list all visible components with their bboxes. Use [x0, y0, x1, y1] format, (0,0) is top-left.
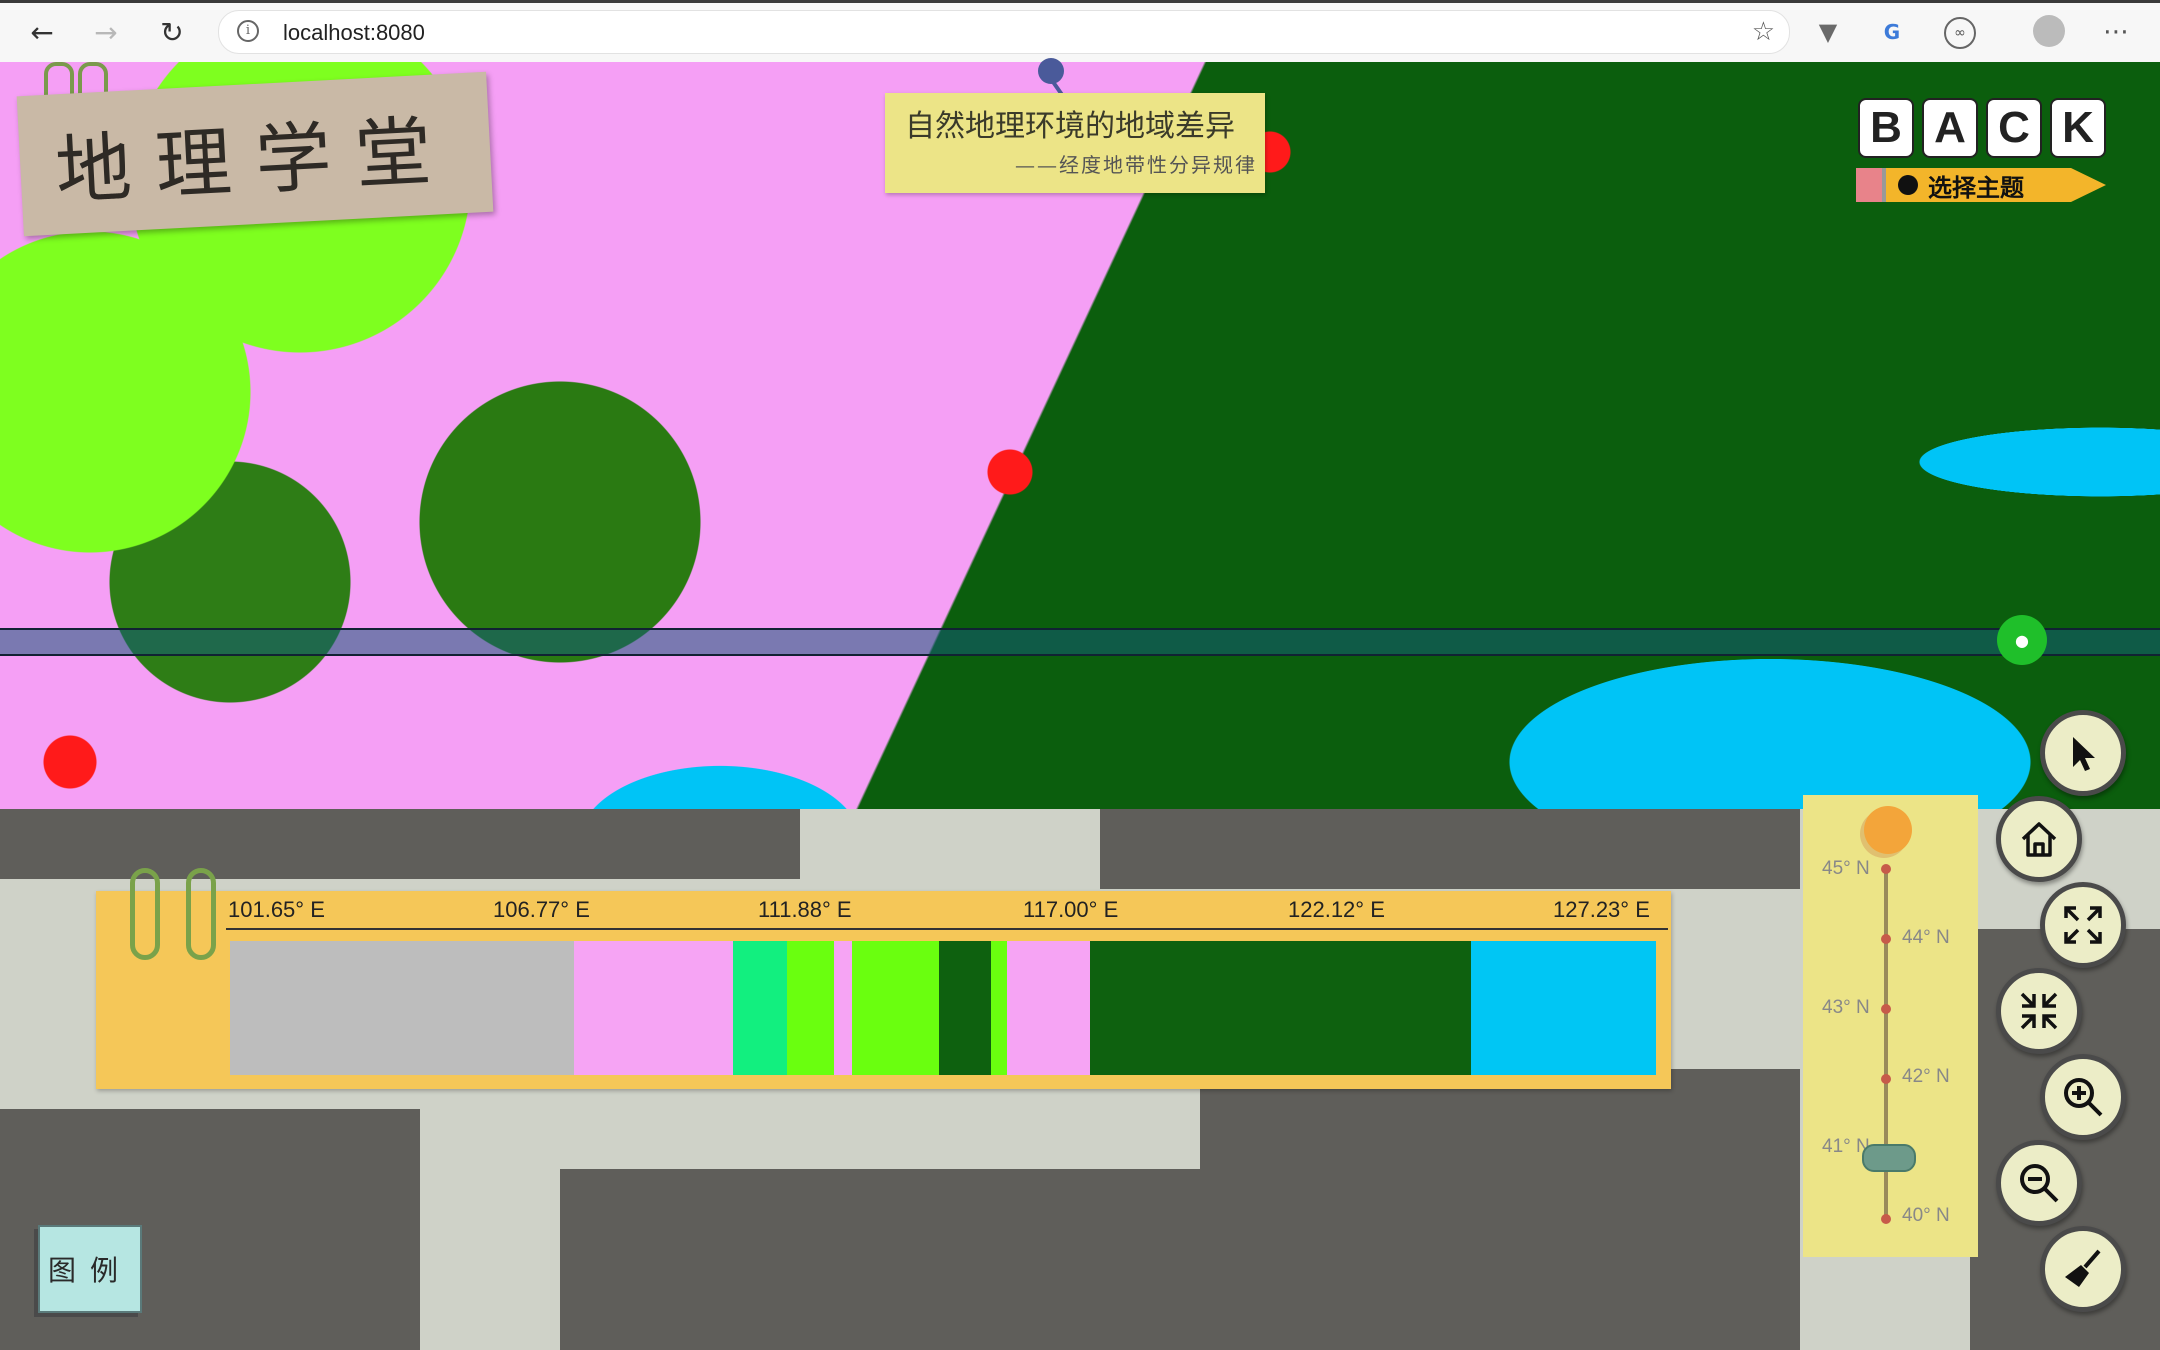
profile-segment — [1006, 941, 1090, 1075]
longitude-label: 111.88° E — [758, 897, 852, 922]
longitude-label: 106.77° E — [493, 897, 590, 922]
latitude-label: 44° N — [1902, 927, 1950, 948]
longitude-label: 122.12° E — [1288, 897, 1385, 922]
browser-toolbar: ← → ↻ i localhost:8080 ☆ ▼ G ∞ ⋯ — [0, 0, 2160, 63]
site-info-icon[interactable]: i — [237, 20, 259, 42]
profile-segment — [786, 941, 834, 1075]
zoom-in-button[interactable] — [2040, 1054, 2126, 1140]
profile-segment — [230, 941, 575, 1075]
url-text[interactable]: localhost:8080 — [283, 20, 425, 46]
land-shape — [1200, 1069, 1800, 1350]
landcover-profile-strip — [230, 941, 1656, 1075]
sync-icon[interactable]: ∞ — [1944, 17, 1976, 49]
add-favorite-icon[interactable]: ☆ — [1752, 17, 1775, 47]
pointer-button[interactable] — [2040, 710, 2126, 796]
topic-subtitle: ——经度地带性分异规律 — [1015, 153, 1257, 177]
latitude-slice-band — [0, 628, 2160, 656]
latitude-tick — [1881, 934, 1891, 944]
longitude-label: 117.00° E — [1023, 897, 1119, 922]
zoom-out-icon — [2020, 1164, 2059, 1203]
forward-arrow-icon[interactable]: → — [86, 12, 126, 52]
axis-line — [226, 928, 1668, 930]
exit-fullscreen-button[interactable] — [1996, 968, 2082, 1054]
paper-clip-icon — [130, 868, 160, 960]
back-arrow-icon[interactable]: ← — [22, 12, 62, 52]
sun-icon — [1864, 806, 1912, 854]
profile-avatar-icon[interactable] — [2033, 15, 2065, 47]
latitude-tick — [1881, 864, 1891, 874]
broom-icon — [2065, 1249, 2101, 1287]
zoom-out-button[interactable] — [1996, 1140, 2082, 1226]
expand-icon — [2064, 906, 2102, 944]
latitude-tick — [1881, 1004, 1891, 1014]
latitude-slider-knob[interactable] — [1862, 1144, 1916, 1172]
latitude-label: 45° N — [1822, 858, 1870, 879]
back-letter[interactable]: B — [1858, 98, 1914, 158]
paper-clip-icon — [186, 868, 216, 960]
cursor-icon — [2073, 737, 2095, 771]
slice-drag-handle[interactable]: ● — [1997, 615, 2047, 665]
address-bar[interactable]: i localhost:8080 ☆ — [218, 10, 1790, 54]
profile-segment — [1089, 941, 1471, 1075]
select-topic-label[interactable]: 选择主题 — [1928, 168, 2024, 202]
profile-segment — [574, 941, 733, 1075]
home-icon — [2021, 822, 2057, 857]
latitude-tick — [1881, 1074, 1891, 1084]
profile-segment — [833, 941, 852, 1075]
back-letter[interactable]: A — [1922, 98, 1978, 158]
land-shape — [1100, 809, 1800, 889]
profile-segment — [990, 941, 1007, 1075]
back-button[interactable]: B A C K — [1858, 98, 2106, 158]
pencil-eraser-icon — [1856, 168, 1886, 202]
latitude-tick — [1881, 1214, 1891, 1224]
longitude-axis: 101.65° E 106.77° E 111.88° E 117.00° E … — [228, 897, 1668, 927]
zoom-in-icon — [2064, 1078, 2103, 1117]
legend-button[interactable]: 图例 — [38, 1225, 142, 1313]
profile-segment — [851, 941, 939, 1075]
profile-segment — [732, 941, 787, 1075]
more-menu-icon[interactable]: ⋯ — [2098, 14, 2134, 50]
longitude-label: 101.65° E — [228, 897, 325, 922]
land-shape — [560, 1169, 1260, 1350]
latitude-label: 43° N — [1822, 997, 1870, 1018]
translate-icon[interactable]: G — [1874, 14, 1910, 50]
reload-icon[interactable]: ↻ — [152, 12, 192, 52]
latitude-label: 40° N — [1902, 1205, 1950, 1226]
select-topic-button[interactable]: 选择主题 — [1856, 168, 2106, 202]
fullscreen-button[interactable] — [2040, 882, 2126, 968]
clear-button[interactable] — [2040, 1226, 2126, 1312]
latitude-label: 42° N — [1902, 1066, 1950, 1087]
back-letter[interactable]: K — [2050, 98, 2106, 158]
topic-note: 自然地理环境的地域差异 ——经度地带性分异规律 — [885, 93, 1265, 193]
land-shape — [0, 809, 800, 879]
profile-segment — [938, 941, 991, 1075]
app-title: 地理学堂 — [53, 105, 458, 216]
back-letter[interactable]: C — [1986, 98, 2042, 158]
app-title-card: 地理学堂 — [16, 71, 494, 237]
longitude-label: 127.23° E — [1553, 897, 1650, 922]
topic-title: 自然地理环境的地域差异 — [905, 109, 1235, 144]
collapse-icon — [2020, 992, 2058, 1030]
home-button[interactable] — [1996, 796, 2082, 882]
extension-v-icon[interactable]: ▼ — [1810, 14, 1846, 50]
profile-segment — [1470, 941, 1656, 1075]
bullet-icon — [1898, 175, 1918, 195]
